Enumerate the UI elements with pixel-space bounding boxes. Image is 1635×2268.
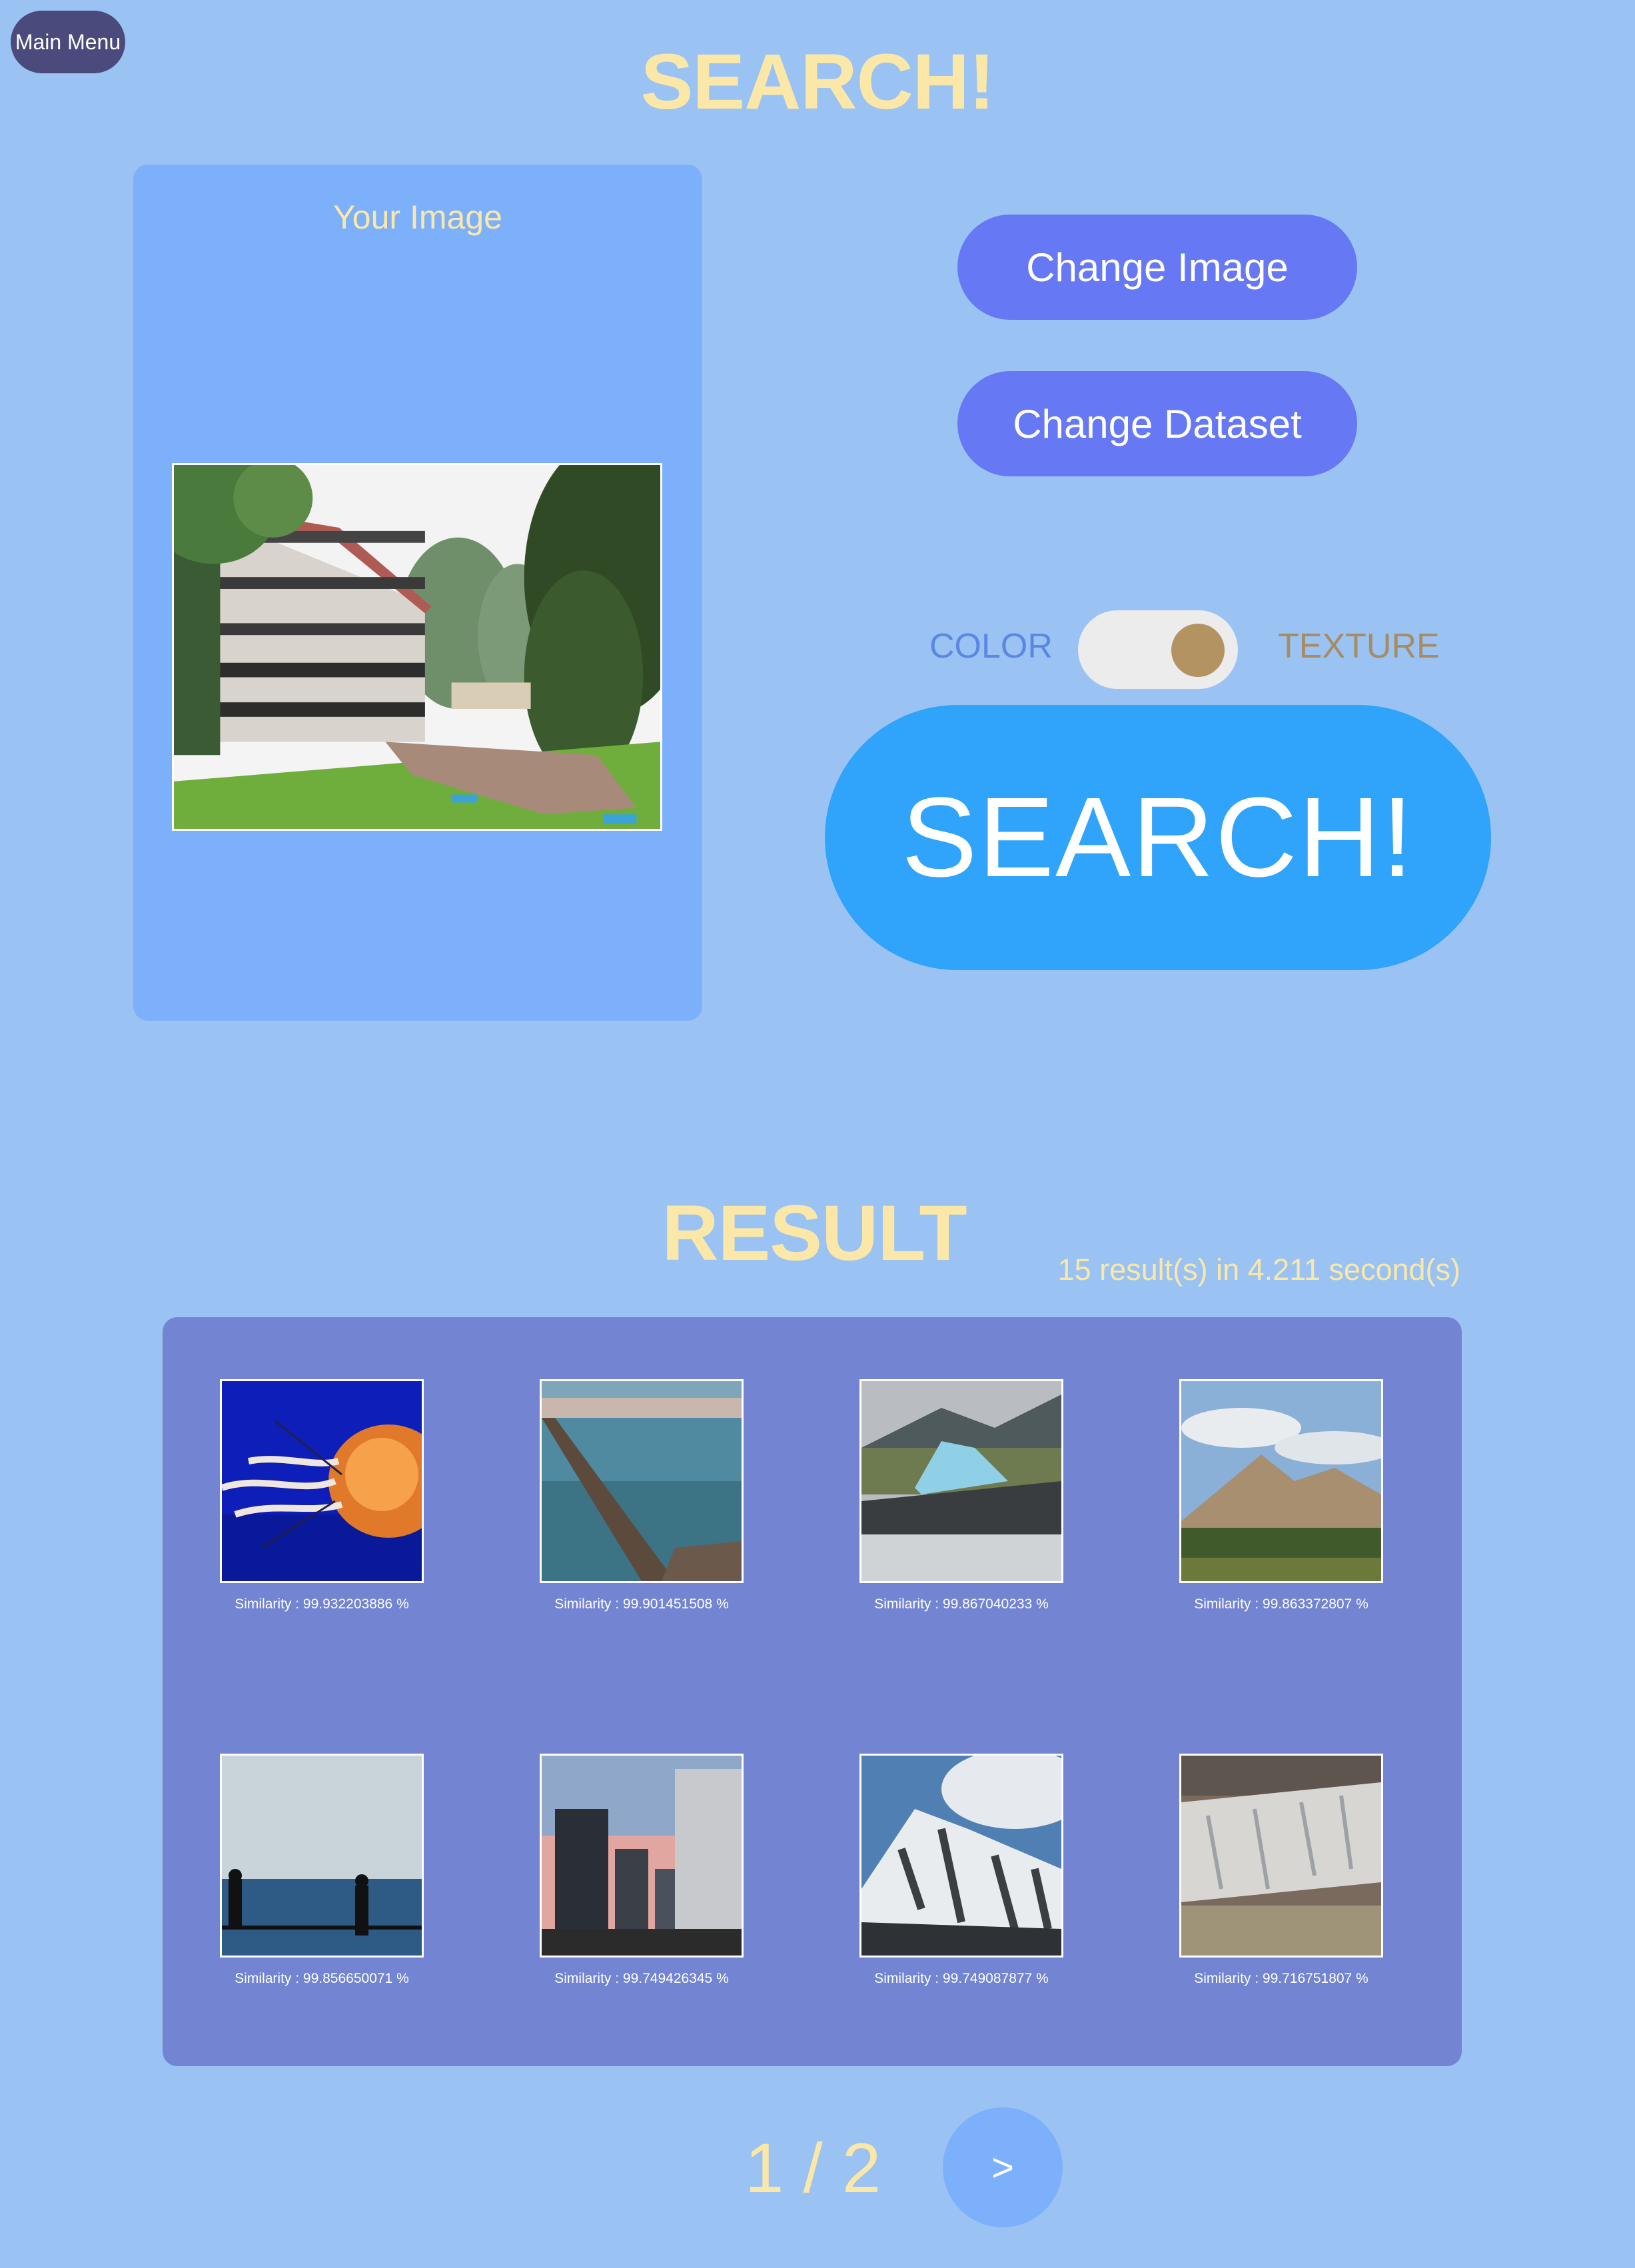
similarity-score: Similarity : 99.716751807 %	[1194, 1971, 1368, 1986]
query-image-panel: Your Image	[133, 165, 702, 1021]
results-panel: Similarity : 99.932203886 % Similarity :…	[163, 1317, 1462, 2066]
result-item[interactable]: Similarity : 99.867040233 %	[859, 1379, 1063, 1612]
similarity-score: Similarity : 99.867040233 %	[874, 1596, 1049, 1612]
result-thumbnail-seaside-silhouettes[interactable]	[220, 1754, 424, 1958]
result-item[interactable]: Similarity : 99.932203886 %	[220, 1379, 424, 1612]
result-item[interactable]: Similarity : 99.716751807 %	[1179, 1754, 1383, 1987]
similarity-score: Similarity : 99.863372807 %	[1194, 1596, 1368, 1612]
result-item[interactable]: Similarity : 99.749426345 %	[540, 1754, 744, 1987]
similarity-score: Similarity : 99.856650071 %	[235, 1971, 409, 1986]
result-item[interactable]: Similarity : 99.901451508 %	[540, 1379, 744, 1612]
result-thumbnail-city-skyscrapers[interactable]	[540, 1754, 744, 1958]
result-item[interactable]: Similarity : 99.863372807 %	[1179, 1379, 1383, 1612]
similarity-score: Similarity : 99.932203886 %	[235, 1596, 409, 1612]
query-image-label: Your Image	[333, 199, 502, 236]
color-texture-toggle[interactable]	[1078, 610, 1238, 689]
result-item[interactable]: Similarity : 99.749087877 %	[859, 1754, 1063, 1987]
similarity-score: Similarity : 99.749087877 %	[874, 1971, 1049, 1986]
similarity-score: Similarity : 99.901451508 %	[554, 1596, 729, 1612]
page-title: SEARCH!	[640, 38, 995, 126]
search-button[interactable]: SEARCH!	[825, 705, 1491, 970]
toggle-knob	[1171, 624, 1225, 677]
result-thumbnail-jellyfish[interactable]	[220, 1379, 424, 1583]
change-dataset-button[interactable]: Change Dataset	[957, 371, 1357, 476]
next-page-button[interactable]: >	[943, 2107, 1063, 2227]
toggle-label-color: COLOR	[929, 627, 1053, 666]
result-item[interactable]: Similarity : 99.856650071 %	[220, 1754, 424, 1987]
page-indicator: 1 / 2	[745, 2129, 881, 2207]
toggle-label-texture: TEXTURE	[1278, 627, 1440, 666]
result-summary: 15 result(s) in 4.211 second(s)	[1057, 1253, 1460, 1287]
query-image	[172, 463, 662, 831]
result-thumbnail-glacier-lagoon[interactable]	[859, 1379, 1063, 1583]
result-thumbnail-glacier-river[interactable]	[1179, 1754, 1383, 1958]
result-thumbnail-sea-breakwater[interactable]	[540, 1379, 744, 1583]
similarity-score: Similarity : 99.749426345 %	[554, 1971, 729, 1986]
result-thumbnail-snowy-mountain[interactable]	[859, 1754, 1063, 1958]
change-image-button[interactable]: Change Image	[957, 215, 1357, 320]
result-thumbnail-mountain-range[interactable]	[1179, 1379, 1383, 1583]
